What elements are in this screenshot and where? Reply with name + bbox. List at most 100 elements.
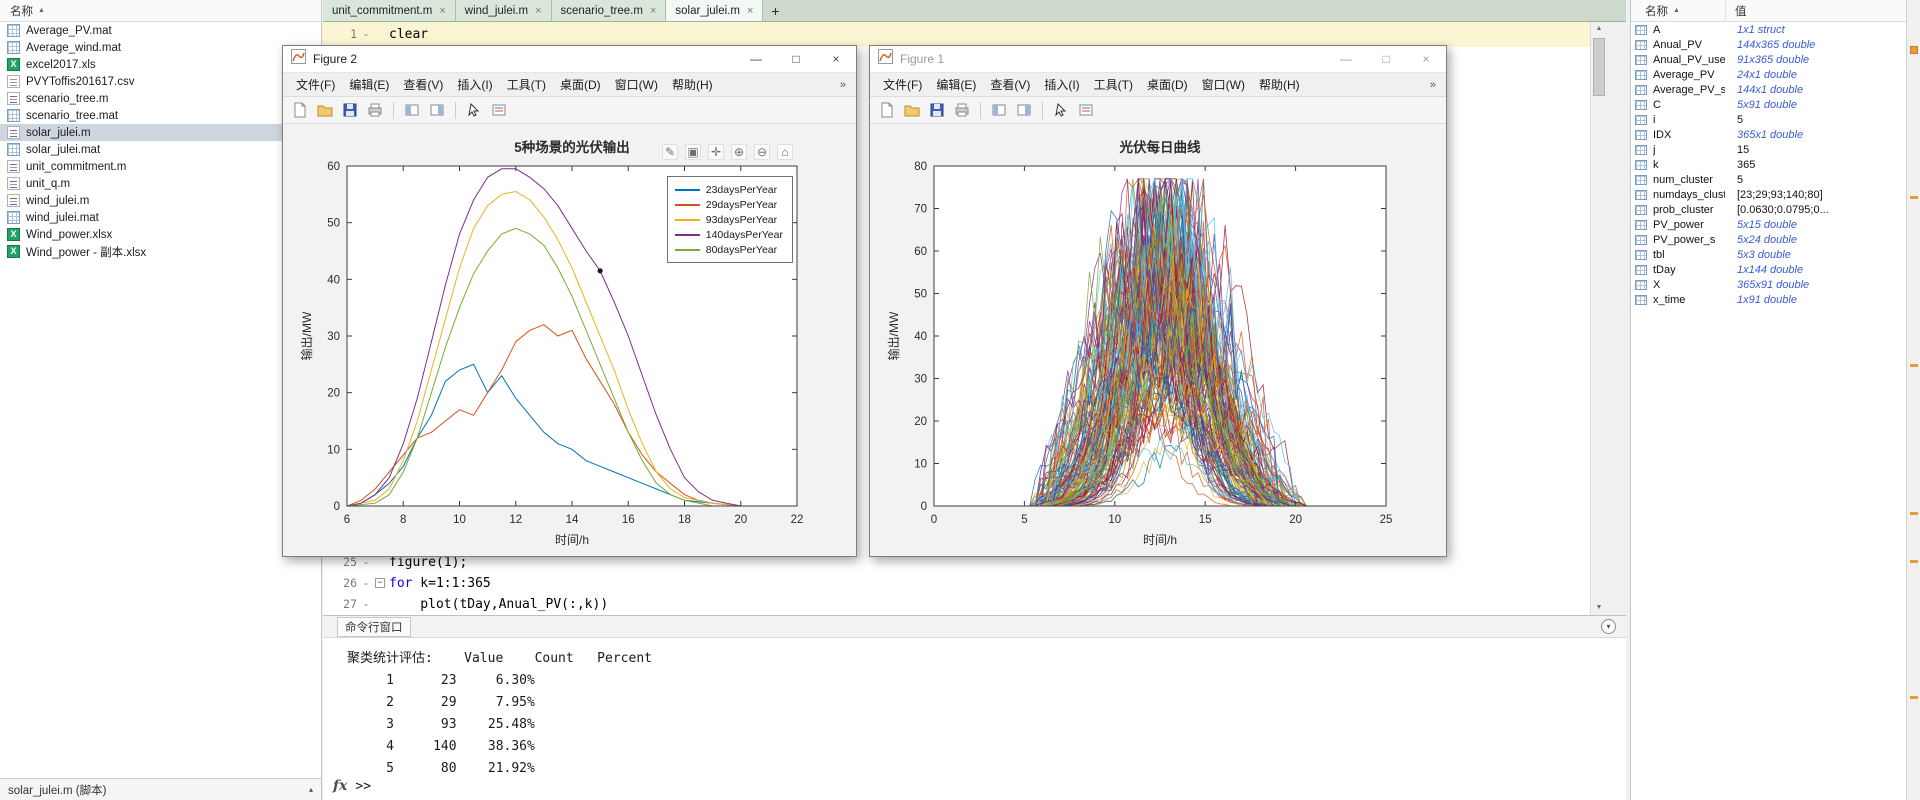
insert-legend-icon[interactable] bbox=[1075, 99, 1097, 121]
print-icon[interactable] bbox=[364, 99, 386, 121]
warning-marker[interactable] bbox=[1910, 196, 1918, 199]
plot-legend[interactable]: 23daysPerYear 29daysPerYear 93daysPerYear 1… bbox=[666, 176, 793, 263]
open-folder-icon[interactable] bbox=[314, 99, 336, 121]
tab-close-icon[interactable]: × bbox=[650, 5, 656, 17]
dock-right-icon[interactable] bbox=[1013, 99, 1035, 121]
file-item[interactable]: Wind_power - 副本.xlsx bbox=[0, 243, 321, 260]
panel-menu-icon[interactable]: ▾ bbox=[1601, 619, 1616, 634]
insert-legend-icon[interactable] bbox=[488, 99, 510, 121]
file-panel-header[interactable]: 名称 ▲ bbox=[0, 0, 321, 22]
menu-item[interactable]: 查看(V) bbox=[983, 73, 1037, 96]
menu-item[interactable]: 编辑(E) bbox=[929, 73, 983, 96]
pointer-icon[interactable] bbox=[1050, 99, 1072, 121]
file-item[interactable]: PVYToffis201617.csv bbox=[0, 73, 321, 90]
workspace-variable-row[interactable]: tDay 1x144 double bbox=[1631, 262, 1906, 277]
warning-marker[interactable] bbox=[1910, 696, 1918, 699]
save-icon[interactable] bbox=[926, 99, 948, 121]
plot-canvas[interactable]: 0 5 10 15 20 25 0 10 20 30 40 50 60 70 80 光伏每日曲线 时间/h 输出/… bbox=[870, 124, 1446, 556]
workspace-variable-row[interactable]: numdays_clust... [23;29;93;140;80] bbox=[1631, 187, 1906, 202]
pan-icon[interactable]: ✛ bbox=[708, 144, 724, 160]
workspace-variable-row[interactable]: Anual_PV 144x365 double bbox=[1631, 37, 1906, 52]
editor-tab-wind_julei-m[interactable]: wind_julei.m × bbox=[455, 0, 552, 21]
maximize-button[interactable]: □ bbox=[1366, 46, 1406, 72]
file-item[interactable]: solar_julei.mat bbox=[0, 141, 321, 158]
close-button[interactable]: × bbox=[816, 46, 856, 72]
file-details-bar[interactable]: solar_julei.m (脚本) ▴ bbox=[0, 778, 321, 800]
dock-left-icon[interactable] bbox=[988, 99, 1010, 121]
workspace-variable-row[interactable]: i5 bbox=[1631, 112, 1906, 127]
workspace-variable-row[interactable]: tbl 5x3 double bbox=[1631, 247, 1906, 262]
datatip-icon[interactable]: ▣ bbox=[685, 144, 701, 160]
new-doc-icon[interactable] bbox=[876, 99, 898, 121]
editor-message-bar[interactable] bbox=[1906, 0, 1920, 800]
command-window-header[interactable]: 命令行窗口 ▾ bbox=[323, 616, 1626, 638]
analyzer-status-icon[interactable] bbox=[1910, 46, 1918, 54]
editor-scrollbar[interactable]: ▲ ▼ bbox=[1590, 22, 1606, 615]
menu-item[interactable]: 插入(I) bbox=[1037, 73, 1086, 96]
minimize-button[interactable]: — bbox=[1326, 46, 1366, 72]
legend-entry[interactable]: 80daysPerYear bbox=[674, 242, 783, 257]
file-item[interactable]: Average_PV.mat bbox=[0, 22, 321, 39]
menu-item[interactable]: 桌面(D) bbox=[1140, 73, 1195, 96]
file-item[interactable]: wind_julei.m bbox=[0, 192, 321, 209]
legend-entry[interactable]: 29daysPerYear bbox=[674, 197, 783, 212]
code-fold-icon[interactable]: − bbox=[375, 578, 385, 588]
menu-overflow-icon[interactable]: » bbox=[840, 79, 850, 91]
print-icon[interactable] bbox=[951, 99, 973, 121]
tab-close-icon[interactable]: × bbox=[439, 5, 445, 17]
workspace-header[interactable]: 名称 ▲ 值 bbox=[1631, 0, 1906, 22]
command-prompt[interactable]: fx >> bbox=[323, 778, 371, 794]
workspace-variable-row[interactable]: Average_PV_s 144x1 double bbox=[1631, 82, 1906, 97]
file-item[interactable]: wind_julei.mat bbox=[0, 209, 321, 226]
figure-titlebar[interactable]: Figure 1 — □ × bbox=[870, 46, 1446, 73]
warning-marker[interactable] bbox=[1910, 560, 1918, 563]
workspace-variable-row[interactable]: PV_power 5x15 double bbox=[1631, 217, 1906, 232]
menu-item[interactable]: 桌面(D) bbox=[553, 73, 608, 96]
menu-item[interactable]: 插入(I) bbox=[450, 73, 499, 96]
menu-item[interactable]: 编辑(E) bbox=[342, 73, 396, 96]
new-doc-icon[interactable] bbox=[289, 99, 311, 121]
menu-item[interactable]: 窗口(W) bbox=[608, 73, 665, 96]
scroll-up-icon[interactable]: ▲ bbox=[1591, 22, 1607, 36]
file-item[interactable]: Average_wind.mat bbox=[0, 39, 321, 56]
file-item[interactable]: solar_julei.m bbox=[0, 124, 321, 141]
workspace-variable-row[interactable]: x_time 1x91 double bbox=[1631, 292, 1906, 307]
menu-item[interactable]: 帮助(H) bbox=[665, 73, 720, 96]
workspace-variable-row[interactable]: j 15 bbox=[1631, 142, 1906, 157]
zoom-out-icon[interactable]: ⊖ bbox=[754, 144, 770, 160]
dock-right-icon[interactable] bbox=[426, 99, 448, 121]
workspace-variable-row[interactable]: Average_PV 24x1 double bbox=[1631, 67, 1906, 82]
legend-entry[interactable]: 23daysPerYear bbox=[674, 182, 783, 197]
legend-entry[interactable]: 140daysPerYear bbox=[674, 227, 783, 242]
tab-close-icon[interactable]: × bbox=[747, 5, 753, 17]
legend-entry[interactable]: 93daysPerYear bbox=[674, 212, 783, 227]
expand-details-icon[interactable]: ▴ bbox=[309, 785, 313, 794]
close-button[interactable]: × bbox=[1406, 46, 1446, 72]
new-tab-button[interactable]: + bbox=[763, 0, 787, 21]
editor-tab-unit_commitment-m[interactable]: unit_commitment.m × bbox=[323, 0, 456, 21]
workspace-variable-row[interactable]: A 1x1 struct bbox=[1631, 22, 1906, 37]
menu-item[interactable]: 窗口(W) bbox=[1195, 73, 1252, 96]
workspace-variable-row[interactable]: prob_cluster [0.0630;0.0795;0... bbox=[1631, 202, 1906, 217]
tab-close-icon[interactable]: × bbox=[535, 5, 541, 17]
warning-marker[interactable] bbox=[1910, 364, 1918, 367]
menu-item[interactable]: 工具(T) bbox=[1087, 73, 1140, 96]
plot-canvas[interactable]: 6 8 10 12 14 16 18 20 22 0 10 20 30 40 50 60 5种场景的光伏输出 时间… bbox=[283, 124, 856, 556]
menu-item[interactable]: 文件(F) bbox=[289, 73, 342, 96]
pointer-icon[interactable] bbox=[463, 99, 485, 121]
brush-icon[interactable]: ✎ bbox=[662, 144, 678, 160]
editor-tab-scenario_tree-m[interactable]: scenario_tree.m × bbox=[551, 0, 667, 21]
workspace-variable-row[interactable]: num_cluster 5 bbox=[1631, 172, 1906, 187]
workspace-variable-row[interactable]: IDX 365x1 double bbox=[1631, 127, 1906, 142]
open-folder-icon[interactable] bbox=[901, 99, 923, 121]
figure-titlebar[interactable]: Figure 2 — □ × bbox=[283, 46, 856, 73]
workspace-variable-row[interactable]: PV_power_s 5x24 double bbox=[1631, 232, 1906, 247]
menu-item[interactable]: 工具(T) bbox=[500, 73, 553, 96]
minimize-button[interactable]: — bbox=[736, 46, 776, 72]
dock-left-icon[interactable] bbox=[401, 99, 423, 121]
file-item[interactable]: excel2017.xls bbox=[0, 56, 321, 73]
maximize-button[interactable]: □ bbox=[776, 46, 816, 72]
file-item[interactable]: Wind_power.xlsx bbox=[0, 226, 321, 243]
restore-view-icon[interactable]: ⌂ bbox=[777, 144, 793, 160]
zoom-in-icon[interactable]: ⊕ bbox=[731, 144, 747, 160]
